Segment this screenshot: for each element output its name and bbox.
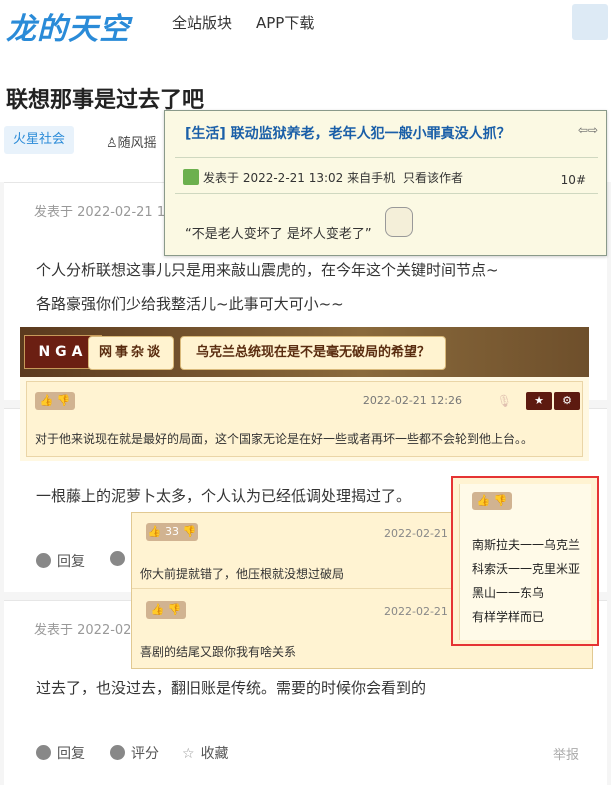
post-text-line: 各路豪强你们少给我整活儿~此事可大可小~~ xyxy=(36,295,344,313)
rate-icon xyxy=(110,551,125,566)
post-text: 一根藤上的泥萝卜太多，个人认为已经低调处理揭过了。 xyxy=(36,487,412,505)
rate-button[interactable] xyxy=(110,551,131,568)
reply-button[interactable]: 回复 xyxy=(36,743,85,763)
floor-number: 10# xyxy=(560,173,586,187)
thumbs-icon: 👍 👎 xyxy=(472,492,512,510)
author-name: 随风摇 xyxy=(117,136,157,151)
nga-reply-date: 2022-02-21 xyxy=(384,527,448,540)
popup-meta: 发表于 2022-2-21 13:02 来自手机 xyxy=(203,171,396,185)
nga-board-crumb: 网事杂谈 xyxy=(88,336,174,370)
nga-reply-text: 喜剧的结尾又跟你我有啥关系 xyxy=(140,645,297,659)
nav-all-boards[interactable]: 全站版块 xyxy=(172,12,232,33)
mic-icon: 🎙 xyxy=(496,394,512,408)
post-text-line: 个人分析联想这事儿只是用来敲山震虎的，在今年这个关键时间节点~ xyxy=(36,261,499,279)
thumbs-icon: 👍 👎 xyxy=(35,392,75,410)
only-author-link[interactable]: 只看该作者 xyxy=(403,169,463,186)
popup-title[interactable]: [生活] 联动监狱养老，老年人犯一般小罪真没人抓？ xyxy=(185,123,511,143)
report-button[interactable]: 举报 xyxy=(553,744,579,763)
nga-reply-text: 你大前提就错了，他压根就没想过破局 xyxy=(140,567,345,581)
divider xyxy=(175,157,598,158)
board-tag[interactable]: 火星社会 xyxy=(4,126,74,154)
user-icon: ♙ xyxy=(106,136,118,151)
thread-author[interactable]: ♙随风摇 xyxy=(106,132,157,151)
rate-icon xyxy=(110,745,125,760)
post-date: 发表于 2022-02 xyxy=(34,623,132,638)
user-avatar[interactable] xyxy=(572,4,608,40)
site-logo[interactable]: 龙的天空 xyxy=(6,4,130,48)
popup-text: “不是老人变坏了 是坏人变老了” xyxy=(185,227,372,242)
highlight-line: 黑山一一东乌 xyxy=(472,586,545,600)
thumbs-icon: 👍 👎 xyxy=(146,601,186,619)
rate-button[interactable]: 评分 xyxy=(110,743,159,763)
highlight-line: 有样学样而已 xyxy=(472,610,545,624)
nga-screenshot: NGA 网事杂谈 乌克兰总统现在是不是毫无破局的希望？ 👍 👎 2022-02-… xyxy=(20,327,589,461)
popup-nav-arrows-icon[interactable]: ⇦⇨ xyxy=(578,123,598,137)
post-text: 过去了，也没过去，翻旧账是传统。需要的时候你会看到的 xyxy=(36,679,427,697)
gear-icon: ⚙ xyxy=(554,392,580,410)
quote-popup: [生活] 联动监狱养老，老年人犯一般小罪真没人抓？ ⇦⇨ 发表于 2022-2-… xyxy=(164,110,607,256)
comment-icon xyxy=(36,745,51,760)
thumbs-icon: 👍 33 👎 xyxy=(146,523,198,541)
face-emoji-icon xyxy=(385,207,413,237)
comment-icon xyxy=(36,553,51,568)
nav-app-download[interactable]: APP下载 xyxy=(256,12,314,33)
star-icon: ☆ xyxy=(182,746,195,762)
favorite-button[interactable]: ☆ 收藏 xyxy=(182,743,229,763)
nga-post-text: 对于他来说现在就是最好的局面，这个国家无论是在好一些或者再坏一些都不会轮到他上台… xyxy=(35,432,534,446)
user-avatar-icon xyxy=(183,169,199,185)
nga-post-date: 2022-02-21 12:26 xyxy=(362,394,462,407)
star-icon: ★ xyxy=(526,392,552,410)
nga-reply-date: 2022-02-21 xyxy=(384,605,448,618)
post-date: 发表于 2022-02-21 1 xyxy=(34,205,166,220)
nga-post: 👍 👎 2022-02-21 12:26 🎙 ★ ⚙ 对于他来说现在就是最好的局… xyxy=(26,381,583,457)
nga-thread-crumb: 乌克兰总统现在是不是毫无破局的希望？ xyxy=(180,336,446,370)
highlight-box: 👍 👎 南斯拉夫一一乌克兰 科索沃一一克里米亚 黑山一一东乌 有样学样而已 xyxy=(451,476,599,646)
highlight-line: 南斯拉夫一一乌克兰 xyxy=(472,538,581,552)
highlight-reply: 👍 👎 南斯拉夫一一乌克兰 科索沃一一克里米亚 黑山一一东乌 有样学样而已 xyxy=(459,484,591,640)
divider xyxy=(175,193,598,194)
reply-button[interactable]: 回复 xyxy=(36,551,85,571)
highlight-line: 科索沃一一克里米亚 xyxy=(472,562,581,576)
top-bar: 龙的天空 全站版块 APP下载 xyxy=(0,0,611,48)
